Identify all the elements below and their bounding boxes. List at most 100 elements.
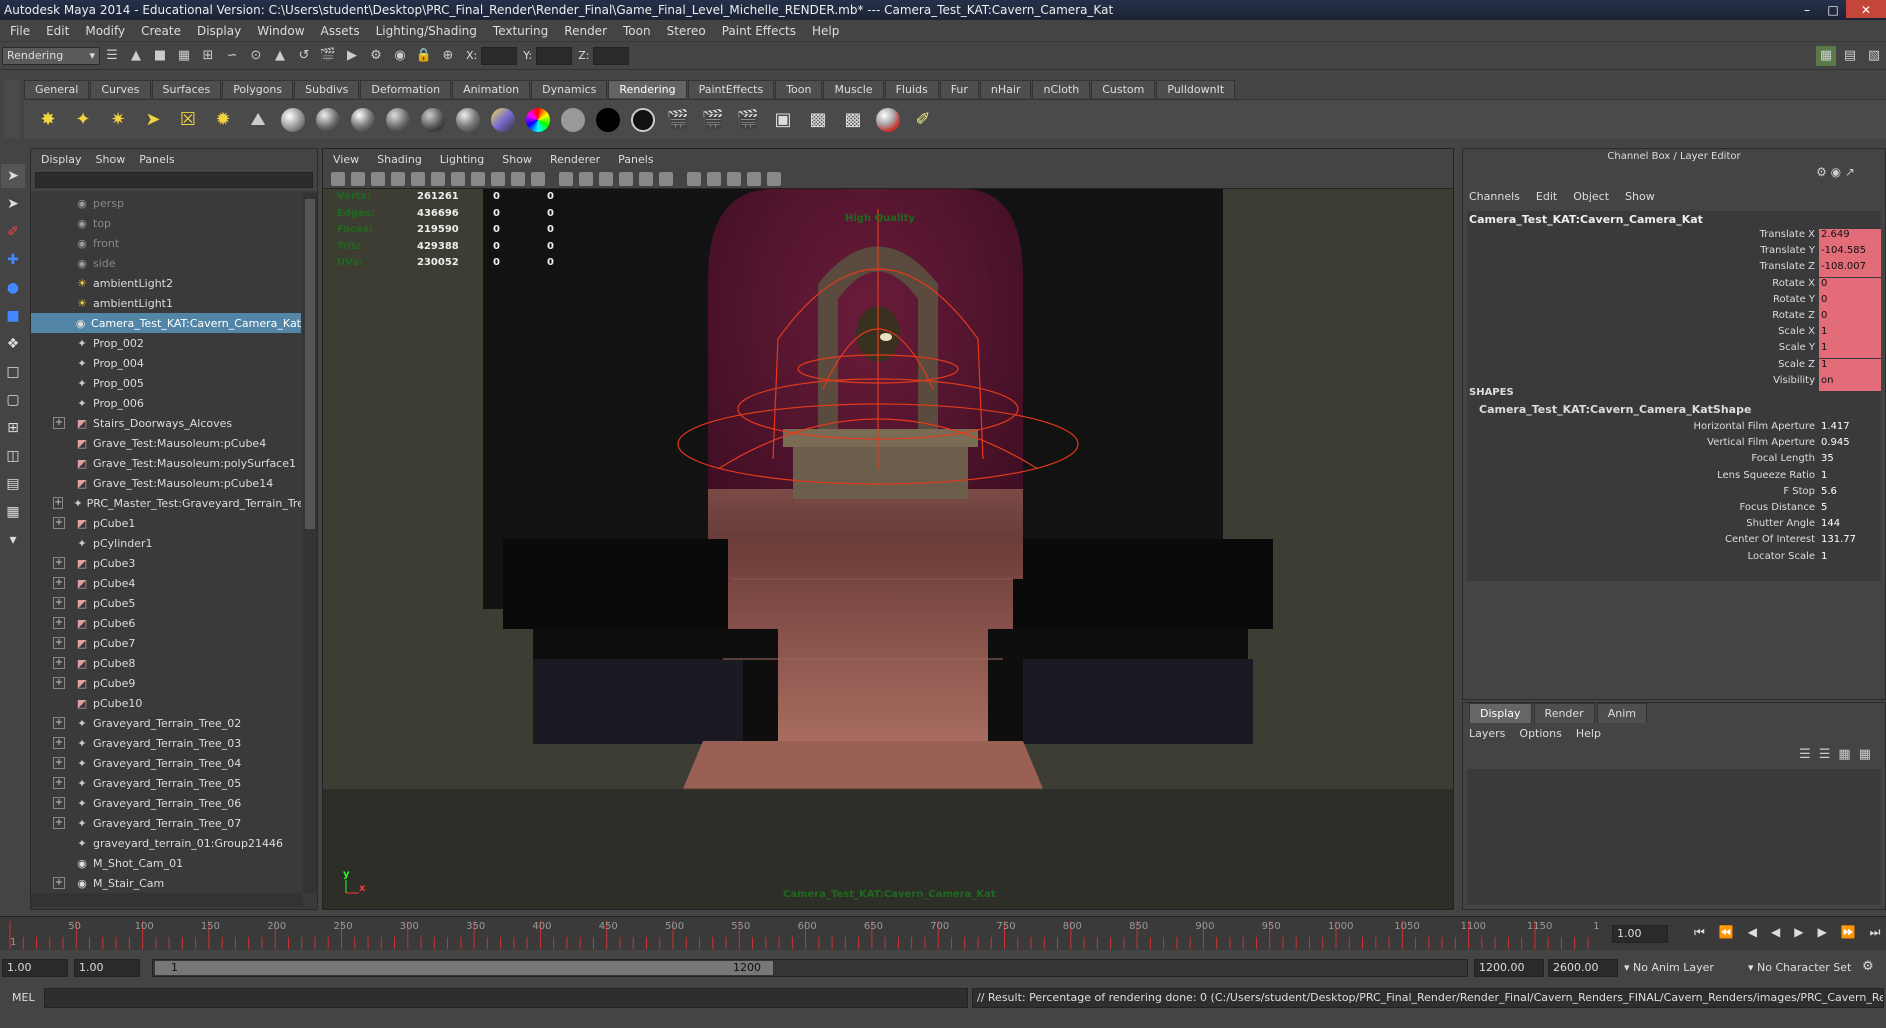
- shelf-tab-subdivs[interactable]: Subdivs: [294, 80, 360, 98]
- outliner-item[interactable]: + ✦ Graveyard_Terrain_Tree_05: [31, 773, 301, 793]
- high-quality-icon[interactable]: [767, 171, 781, 186]
- bookmark-icon[interactable]: [371, 171, 385, 186]
- history-icon[interactable]: ↺: [294, 46, 314, 66]
- shelf-tab-polygons[interactable]: Polygons: [222, 80, 294, 98]
- mental-ray-icon[interactable]: ▩: [839, 106, 867, 134]
- outliner-item[interactable]: + ✦ Graveyard_Terrain_Tree_06: [31, 793, 301, 813]
- spot-light-icon[interactable]: ➤: [139, 106, 167, 134]
- outliner-item[interactable]: ◉ Camera_Test_KAT:Cavern_Camera_Kat: [31, 313, 301, 333]
- outliner-item[interactable]: ◩ pCube10: [31, 693, 301, 713]
- x-field[interactable]: [481, 46, 518, 65]
- cb-attr-value[interactable]: 1.417: [1819, 421, 1881, 437]
- menu-file[interactable]: File: [2, 24, 38, 38]
- menu-create[interactable]: Create: [133, 24, 189, 38]
- menu-help[interactable]: Help: [804, 24, 847, 38]
- menu-lighting-shading[interactable]: Lighting/Shading: [368, 24, 485, 38]
- cb-attr-value[interactable]: 1: [1819, 342, 1881, 359]
- move-layer-up-icon[interactable]: ☰: [1799, 747, 1811, 762]
- cb-attr-value[interactable]: 1: [1819, 326, 1881, 343]
- layer-menu-help[interactable]: Help: [1576, 727, 1601, 740]
- menu-toon[interactable]: Toon: [615, 24, 659, 38]
- volume-light-icon[interactable]: ✹: [209, 106, 237, 134]
- snap-curve-icon[interactable]: ∽: [222, 46, 242, 66]
- outliner-menu-panels[interactable]: Panels: [139, 153, 174, 166]
- playback-start-field[interactable]: 1.00: [74, 959, 140, 977]
- outliner-item[interactable]: ◉ M_Shot_Cam_01: [31, 853, 301, 873]
- resolution-gate-icon[interactable]: [451, 171, 465, 186]
- outliner-item[interactable]: + ◩ pCube8: [31, 653, 301, 673]
- grid-icon[interactable]: [411, 171, 425, 186]
- cb-attr-value[interactable]: 0: [1819, 277, 1881, 294]
- shelf-tab-fur[interactable]: Fur: [939, 80, 979, 98]
- cb-attr-value[interactable]: 1: [1819, 358, 1881, 375]
- xray-components-icon[interactable]: [727, 171, 741, 186]
- cb-attr-value[interactable]: 131.77: [1819, 534, 1881, 550]
- expand-icon[interactable]: +: [53, 677, 65, 689]
- safe-title-icon[interactable]: [531, 171, 545, 186]
- cb-attr-row[interactable]: Vertical Film Aperture 0.945: [1467, 437, 1881, 453]
- absolute-transform-icon[interactable]: ⊕: [438, 46, 458, 66]
- outliner-item[interactable]: ✦ Prop_004: [31, 353, 301, 373]
- outliner-item[interactable]: + ◩ pCube1: [31, 513, 301, 533]
- outliner-item[interactable]: ✦ graveyard_terrain_01:Group21446: [31, 833, 301, 853]
- persp-graph-layout-icon[interactable]: ▤: [1, 472, 25, 496]
- expand-icon[interactable]: +: [53, 817, 65, 829]
- ipr-render-icon[interactable]: ▶: [342, 46, 362, 66]
- outliner-item[interactable]: + ◩ pCube9: [31, 673, 301, 693]
- layer-list[interactable]: [1467, 769, 1881, 905]
- shelf-tab-dynamics[interactable]: Dynamics: [531, 80, 608, 98]
- cb-attr-row[interactable]: F Stop 5.6: [1467, 486, 1881, 502]
- cb-settings-icons[interactable]: ⚙ ◉ ↗: [1816, 165, 1855, 179]
- outliner-search-field[interactable]: [35, 172, 313, 188]
- cb-attr-value[interactable]: -104.585: [1819, 245, 1881, 262]
- layout-menu-icon[interactable]: ▾: [1, 528, 25, 552]
- viewport-menu-shading[interactable]: Shading: [377, 153, 422, 166]
- step-forward-key-icon[interactable]: ⏩: [1841, 925, 1856, 940]
- expand-icon[interactable]: +: [53, 497, 64, 509]
- viewport-scene[interactable]: Verts: 261261 0 0 Edges: 436696 0 0 Faces: 219590…: [323, 189, 1453, 909]
- menu-texturing[interactable]: Texturing: [485, 24, 556, 38]
- y-field[interactable]: [536, 46, 573, 65]
- outliner-item[interactable]: ☀ ambientLight1: [31, 293, 301, 313]
- paint-brush-icon[interactable]: ✐: [909, 106, 937, 134]
- move-layer-down-icon[interactable]: ☰: [1819, 747, 1831, 762]
- menu-paint-effects[interactable]: Paint Effects: [714, 24, 804, 38]
- wireframe-on-shaded-icon[interactable]: [599, 171, 613, 186]
- cb-attr-row[interactable]: Focus Distance 5: [1467, 502, 1881, 518]
- expand-icon[interactable]: +: [53, 777, 65, 789]
- cb-attr-row[interactable]: Shutter Angle 144: [1467, 518, 1881, 534]
- cb-attr-value[interactable]: 144: [1819, 518, 1881, 534]
- textured-icon[interactable]: [619, 171, 633, 186]
- playback-end-field[interactable]: 1200.00: [1474, 959, 1544, 977]
- ambient-light-icon[interactable]: ✸: [34, 106, 62, 134]
- xray-icon[interactable]: [687, 171, 701, 186]
- go-to-end-icon[interactable]: ⏭: [1870, 925, 1881, 940]
- select-hierarchy-icon[interactable]: ▲: [126, 46, 146, 66]
- outliner-item[interactable]: ✦ Prop_002: [31, 333, 301, 353]
- cb-attr-row[interactable]: Visibility on: [1467, 374, 1881, 391]
- render-current-icon[interactable]: 🎬: [699, 106, 727, 134]
- play-forward-icon[interactable]: ▶: [1794, 925, 1803, 940]
- cb-attr-value[interactable]: -108.007: [1819, 261, 1881, 278]
- outliner-item[interactable]: ✦ Prop_006: [31, 393, 301, 413]
- cb-attr-value[interactable]: 2.649: [1819, 229, 1881, 245]
- cb-attr-value[interactable]: 5.6: [1819, 486, 1881, 502]
- cb-menu-show[interactable]: Show: [1625, 190, 1655, 203]
- expand-icon[interactable]: +: [53, 417, 65, 429]
- camera-attributes-icon[interactable]: [351, 171, 365, 186]
- outliner-item[interactable]: + ✦ Graveyard_Terrain_Tree_03: [31, 733, 301, 753]
- use-background-icon[interactable]: [594, 106, 622, 134]
- snap-grid-icon[interactable]: ⊞: [198, 46, 218, 66]
- select-component-icon[interactable]: ▦: [174, 46, 194, 66]
- current-frame-field[interactable]: 1.00: [1612, 925, 1668, 943]
- field-chart-icon[interactable]: [491, 171, 505, 186]
- cb-attr-value[interactable]: 5: [1819, 502, 1881, 518]
- anim-layer-dropdown[interactable]: ▾ No Anim Layer: [1624, 961, 1714, 974]
- expand-icon[interactable]: +: [53, 717, 65, 729]
- menu-set-dropdown[interactable]: Rendering ▾: [2, 46, 100, 65]
- paint-select-tool-icon[interactable]: ✐: [1, 220, 25, 244]
- cb-attr-value[interactable]: 0: [1819, 310, 1881, 326]
- safe-action-icon[interactable]: [511, 171, 525, 186]
- shelf-tab-custom[interactable]: Custom: [1091, 80, 1156, 98]
- cb-attr-value[interactable]: 1: [1819, 551, 1881, 567]
